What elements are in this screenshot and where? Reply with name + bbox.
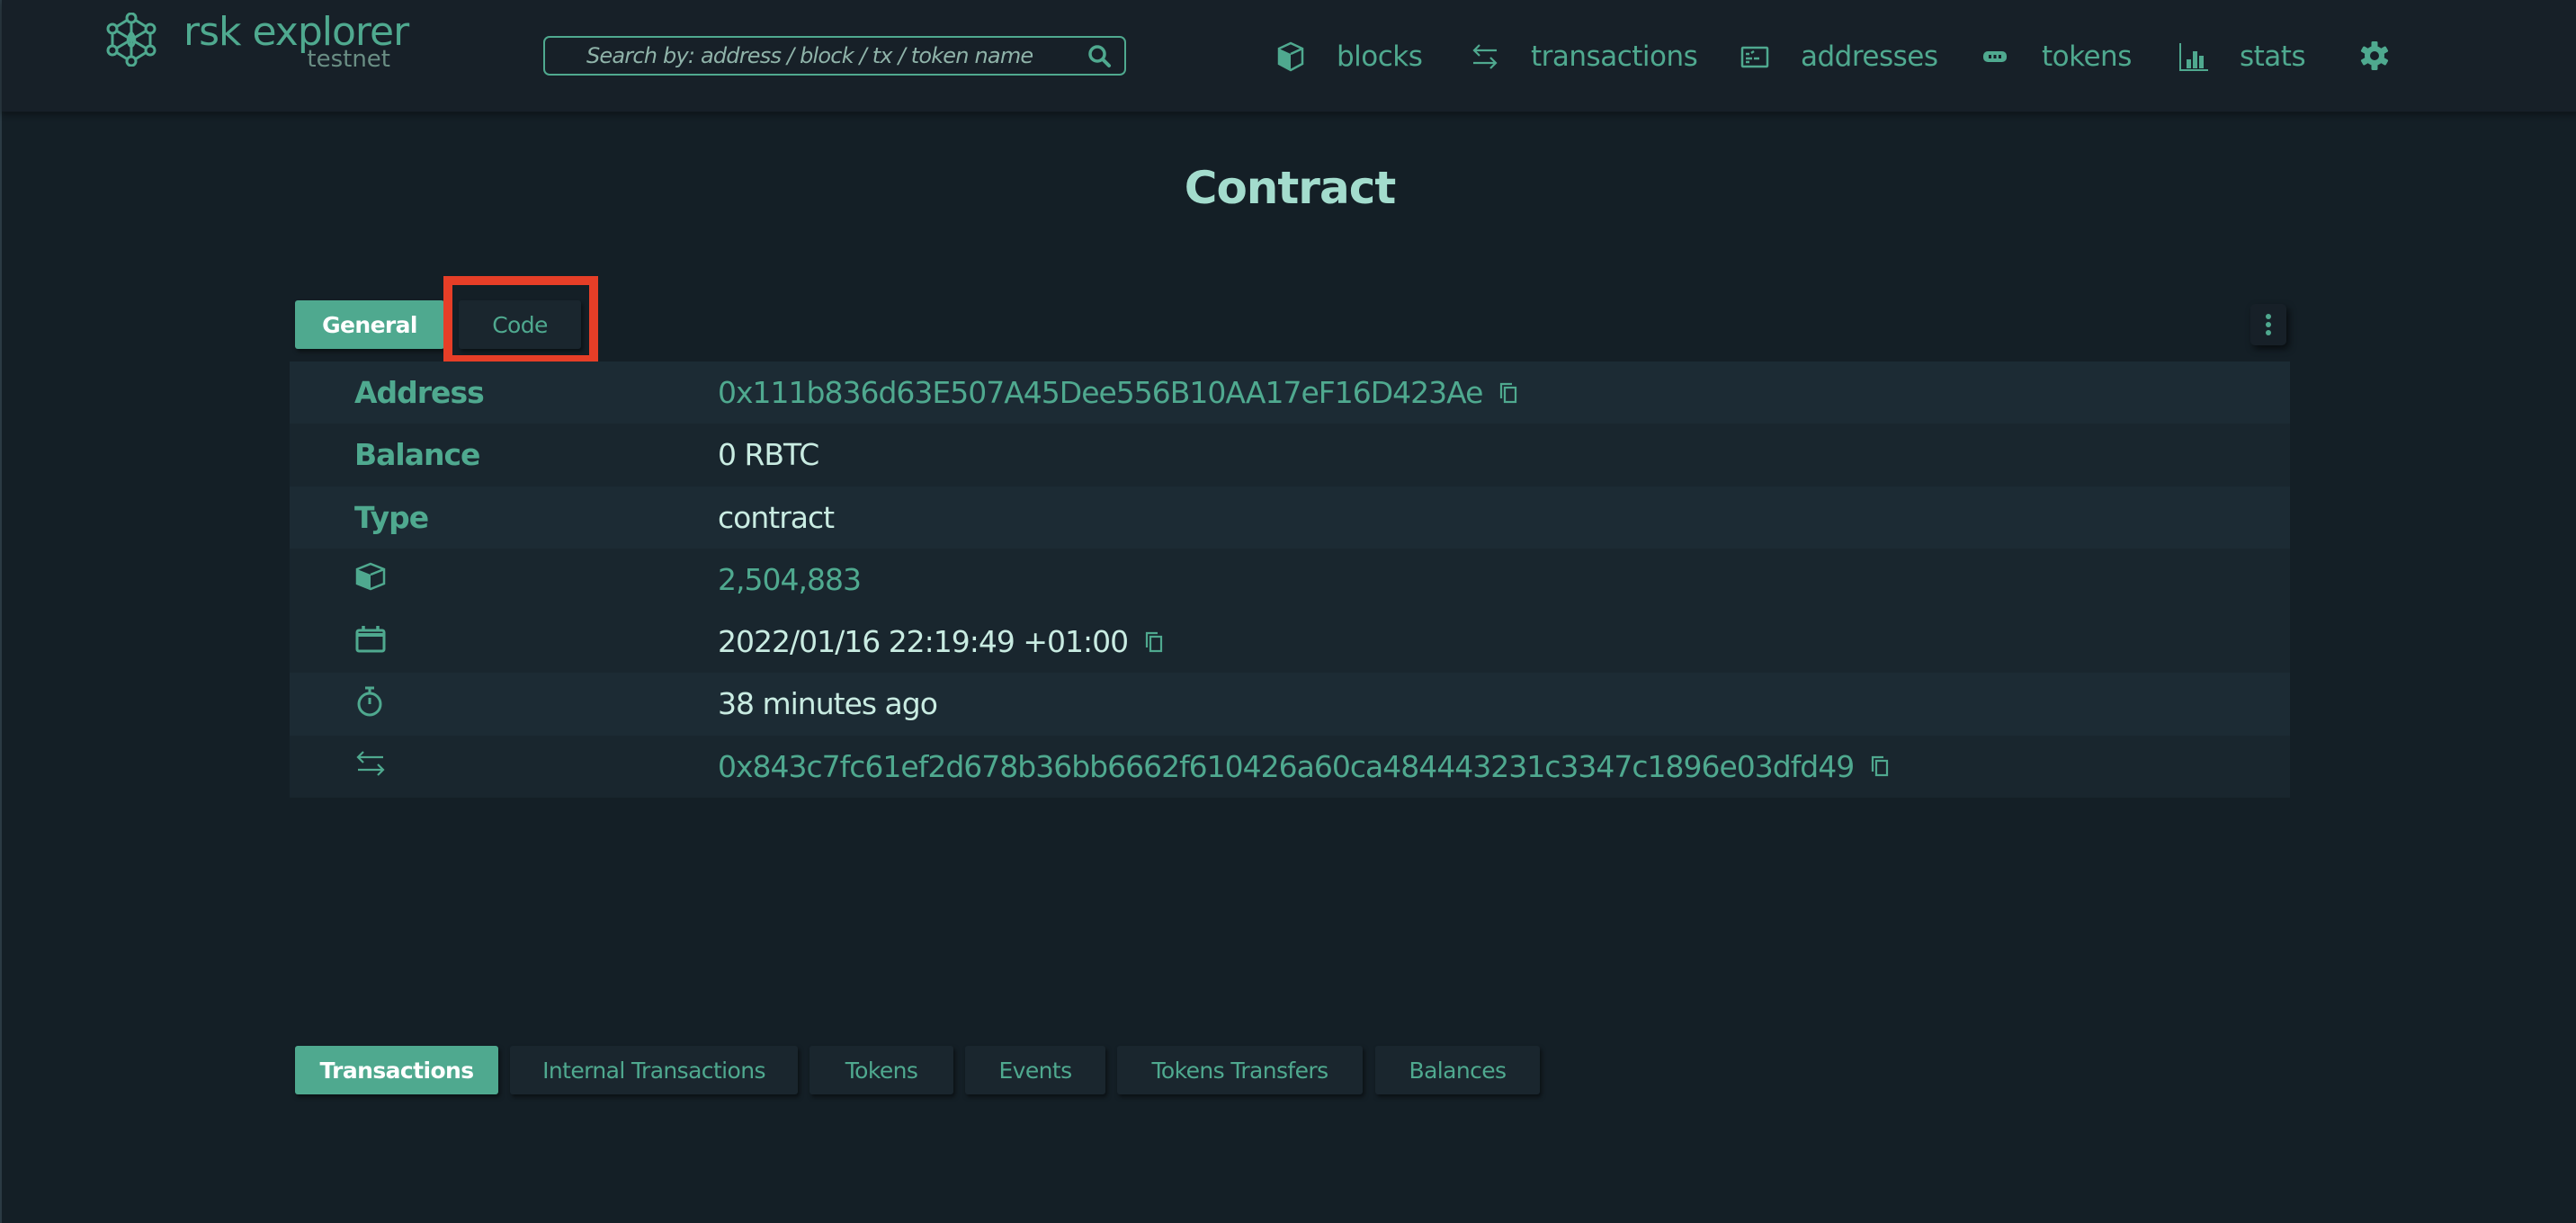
nav-label: stats [2240,40,2306,73]
stopwatch-icon [357,686,382,717]
cube-icon [355,562,386,591]
address-link[interactable]: 0x111b836d63E507A45Dee556B10AA17eF16D423… [718,375,1483,410]
block-number-link[interactable]: 2,504,883 [718,549,862,611]
search-icon[interactable] [1087,43,1112,68]
detail-row-age: 38 minutes ago [290,673,2290,736]
timestamp-value: 2022/01/16 22:19:49 +01:00 [718,611,1164,673]
more-options-button[interactable] [2250,304,2286,345]
logo-icon [106,13,157,67]
nav-label: tokens [2042,40,2132,73]
tab-balances[interactable]: Balances [1375,1046,1540,1094]
timestamp-text: 2022/01/16 22:19:49 +01:00 [718,624,1129,660]
search-box [543,36,1126,76]
swap-arrows-icon [1472,44,1498,69]
tab-general[interactable]: General [295,300,444,349]
balance-label: Balance [354,437,480,473]
gear-icon[interactable] [2358,40,2391,72]
address-label: Address [354,375,485,410]
logo[interactable]: rsk explorer testnet [104,11,409,71]
nav-addresses[interactable]: addresses [1740,34,1938,79]
kebab-dot [2266,322,2271,327]
detail-row-timestamp: 2022/01/16 22:19:49 +01:00 [290,611,2290,674]
page-title: Contract [1184,162,1396,214]
nav-blocks[interactable]: blocks [1275,34,1423,79]
bar-chart-icon [2179,43,2208,71]
top-navbar: rsk explorer testnet blocks transactions [2,0,2576,112]
detail-row-balance: Balance 0 RBTC [290,424,2290,487]
kebab-dot [2266,330,2271,335]
tx-hash-link[interactable]: 0x843c7fc61ef2d678b36bb6662f610426a60ca4… [718,749,1855,784]
contract-details: Address 0x111b836d63E507A45Dee556B10AA17… [290,362,2290,799]
type-label: Type [354,499,429,535]
detail-row-block: 2,504,883 [290,548,2290,612]
nav-tokens[interactable]: tokens [1981,34,2132,79]
age-value: 38 minutes ago [718,686,938,722]
address-card-icon [1740,46,1769,68]
tab-tokens[interactable]: Tokens [809,1046,953,1094]
copy-icon[interactable] [1144,630,1164,654]
nav-transactions[interactable]: transactions [1470,34,1698,79]
cube-icon [1277,41,1304,72]
nav-label: transactions [1531,40,1698,73]
swap-arrows-icon [356,751,385,776]
detail-row-address: Address 0x111b836d63E507A45Dee556B10AA17… [290,362,2290,424]
search-input[interactable] [545,43,1087,68]
tx-value: 0x843c7fc61ef2d678b36bb6662f610426a60ca4… [718,736,1890,798]
tab-code[interactable]: Code [459,300,581,349]
tab-transactions[interactable]: Transactions [295,1046,498,1094]
kebab-dot [2266,314,2271,319]
nav-label: addresses [1801,40,1938,73]
type-value: contract [718,499,835,535]
nav-label: blocks [1337,40,1423,73]
address-value: 0x111b836d63E507A45Dee556B10AA17eF16D423… [718,362,1518,424]
calendar-icon [355,626,386,653]
detail-row-tx: 0x843c7fc61ef2d678b36bb6662f610426a60ca4… [290,735,2290,799]
copy-icon[interactable] [1498,381,1518,405]
detail-row-type: Type contract [290,486,2290,549]
copy-icon[interactable] [1870,754,1890,778]
tab-tokens-transfers[interactable]: Tokens Transfers [1117,1046,1363,1094]
nav-stats[interactable]: stats [2178,34,2306,79]
tab-internal-transactions[interactable]: Internal Transactions [510,1046,798,1094]
token-icon [1983,51,2007,62]
tab-events[interactable]: Events [965,1046,1105,1094]
balance-value: 0 RBTC [718,437,819,473]
